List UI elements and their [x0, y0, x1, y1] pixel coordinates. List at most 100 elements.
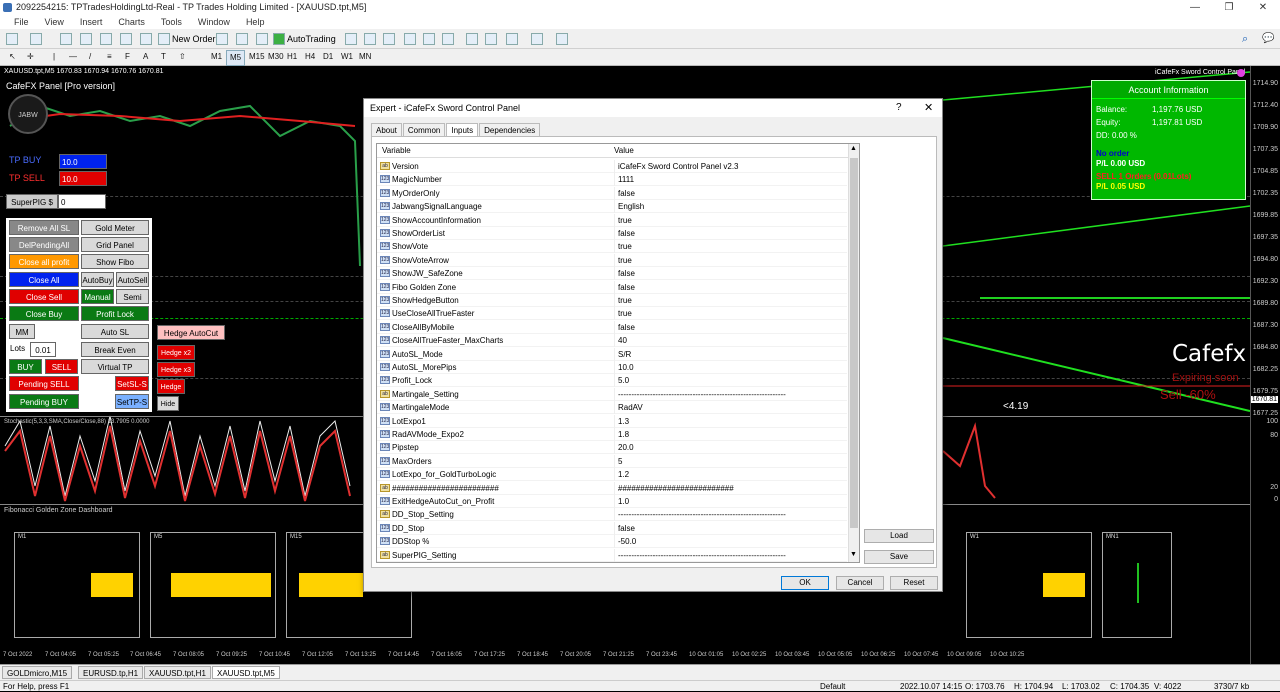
input-row[interactable]: ab Version iCafeFx Sword Control Panel v2.…: [377, 160, 847, 173]
autotrading-icon[interactable]: [273, 33, 285, 45]
tab-common[interactable]: Common: [402, 123, 446, 136]
input-row[interactable]: 123 DD_Stop false: [377, 521, 847, 535]
input-row[interactable]: 123 ShowJW_SafeZone false: [377, 267, 847, 281]
input-row[interactable]: 123 AutoSL_Mode S/R: [377, 347, 847, 361]
pending-buy-button[interactable]: Pending BUY: [9, 394, 79, 409]
profit-lock-button[interactable]: Profit Lock: [81, 306, 149, 321]
input-row[interactable]: 123 CloseAllByMobile false: [377, 320, 847, 334]
input-value[interactable]: -50.0: [614, 535, 844, 549]
close-window-button[interactable]: ✕: [1246, 0, 1280, 15]
semi-button[interactable]: Semi: [116, 289, 149, 304]
vertical-line-icon[interactable]: |: [50, 50, 58, 64]
search-icon[interactable]: ⌕: [1242, 33, 1254, 45]
input-row[interactable]: 123 AutoSL_MorePips 10.0: [377, 361, 847, 374]
zoom-in-icon[interactable]: [404, 33, 416, 45]
bar-chart-icon[interactable]: [345, 33, 357, 45]
horizontal-line-icon[interactable]: —: [66, 50, 80, 64]
input-row[interactable]: 123SuperPIG_$0.0: [377, 562, 847, 563]
input-row[interactable]: ab SuperPIG_Setting ----------------------…: [377, 548, 847, 562]
input-value[interactable]: false: [614, 267, 844, 281]
auto-buy-button[interactable]: AutoBuy: [81, 272, 114, 287]
hedge-autocut-button[interactable]: Hedge AutoCut: [157, 325, 225, 340]
input-value[interactable]: 10.0: [614, 361, 844, 374]
gold-meter-button[interactable]: Gold Meter: [81, 220, 149, 235]
input-row[interactable]: 123 UseCloseAllTrueFaster true: [377, 307, 847, 321]
chart-tab-xauusd-m5[interactable]: XAUUSD.tpt,M5: [212, 666, 280, 679]
input-value[interactable]: false: [614, 320, 844, 334]
input-row[interactable]: 123 LotExpo1 1.3: [377, 414, 847, 428]
menu-insert[interactable]: Insert: [72, 15, 111, 29]
hedge-x2-button[interactable]: Hedge x2: [157, 345, 195, 360]
auto-sell-button[interactable]: AutoSell: [116, 272, 149, 287]
input-row[interactable]: 123 Fibo Golden Zone false: [377, 280, 847, 294]
tp-buy-input[interactable]: 10.0: [59, 154, 107, 169]
scrollbar-thumb[interactable]: [850, 158, 858, 528]
autotrading-button[interactable]: AutoTrading: [287, 32, 336, 46]
close-all-profit-button[interactable]: Close all profit: [9, 254, 79, 269]
candlestick-icon[interactable]: [364, 33, 376, 45]
label-icon[interactable]: T: [158, 50, 169, 64]
input-value[interactable]: false: [614, 227, 844, 240]
input-row[interactable]: 123 ShowOrderList false: [377, 227, 847, 240]
templates-icon[interactable]: [556, 33, 568, 45]
input-row[interactable]: 123 MaxOrders 5: [377, 454, 847, 468]
input-value[interactable]: false: [614, 280, 844, 294]
new-chart-icon[interactable]: [6, 33, 18, 45]
chart-tab-xauusd-h1[interactable]: XAUUSD.tpt,H1: [144, 666, 211, 679]
input-value[interactable]: English: [614, 200, 844, 214]
tab-dependencies[interactable]: Dependencies: [479, 123, 541, 136]
input-value[interactable]: false: [614, 521, 844, 535]
input-value[interactable]: true: [614, 294, 844, 307]
tf-w1[interactable]: W1: [338, 50, 356, 64]
data-window-icon[interactable]: [80, 33, 92, 45]
remove-all-sl-button[interactable]: Remove All SL: [9, 220, 79, 235]
input-value[interactable]: ##########################: [614, 481, 844, 495]
tab-inputs[interactable]: Inputs: [446, 123, 479, 136]
hedge-x3-button[interactable]: Hedge x3: [157, 362, 195, 377]
crosshair-icon[interactable]: ✛: [24, 50, 37, 64]
input-value[interactable]: 20.0: [614, 441, 844, 455]
input-row[interactable]: 123 Pipstep 20.0: [377, 441, 847, 455]
input-row[interactable]: 123 MyOrderOnly false: [377, 186, 847, 200]
market-watch-icon[interactable]: [60, 33, 72, 45]
chart-shift-icon[interactable]: [466, 33, 478, 45]
menu-window[interactable]: Window: [190, 15, 238, 29]
input-value[interactable]: true: [614, 253, 844, 267]
input-value[interactable]: 1.3: [614, 414, 844, 428]
save-button[interactable]: Save: [864, 550, 934, 564]
restore-button[interactable]: ❐: [1212, 0, 1246, 15]
fibo-icon[interactable]: F: [122, 50, 133, 64]
indicators-icon[interactable]: [506, 33, 518, 45]
input-row[interactable]: 123 MartingaleMode RadAV: [377, 401, 847, 415]
input-row[interactable]: 123 ExitHedgeAutoCut_on_Profit 1.0: [377, 495, 847, 508]
input-row[interactable]: 123 ShowVoteArrow true: [377, 253, 847, 267]
lots-input[interactable]: 0.01: [30, 342, 56, 357]
grid-panel-button[interactable]: Grid Panel: [81, 237, 149, 252]
signals-icon[interactable]: [256, 33, 268, 45]
cursor-icon[interactable]: ↖: [6, 50, 19, 64]
tester-icon[interactable]: [140, 33, 152, 45]
input-row[interactable]: 123 ShowHedgeButton true: [377, 294, 847, 307]
input-row[interactable]: 123 JabwangSignalLanguage English: [377, 200, 847, 214]
input-value[interactable]: 5: [614, 454, 844, 468]
grid-scrollbar[interactable]: ▲ ▼: [848, 144, 859, 562]
input-value[interactable]: 1.2: [614, 468, 844, 482]
input-value[interactable]: 1.8: [614, 428, 844, 441]
input-row[interactable]: ab DD_Stop_Setting -----------------------…: [377, 508, 847, 522]
periods-icon[interactable]: [531, 33, 543, 45]
input-value[interactable]: true: [614, 213, 844, 227]
show-fibo-button[interactable]: Show Fibo: [81, 254, 149, 269]
input-value[interactable]: 1.0: [614, 495, 844, 508]
input-value[interactable]: false: [614, 186, 844, 200]
line-chart-icon[interactable]: [383, 33, 395, 45]
close-all-button[interactable]: Close All: [9, 272, 79, 287]
input-value[interactable]: 5.0: [614, 374, 844, 388]
trendline-icon[interactable]: /: [86, 50, 94, 64]
auto-sl-button[interactable]: Auto SL: [81, 324, 149, 339]
input-row[interactable]: 123 ShowAccountInformation true: [377, 213, 847, 227]
input-value[interactable]: S/R: [614, 347, 844, 361]
channel-icon[interactable]: ≡: [104, 50, 115, 64]
profiles-icon[interactable]: [30, 33, 42, 45]
input-value[interactable]: ----------------------------------------…: [614, 508, 844, 522]
reset-button[interactable]: Reset: [890, 576, 938, 590]
